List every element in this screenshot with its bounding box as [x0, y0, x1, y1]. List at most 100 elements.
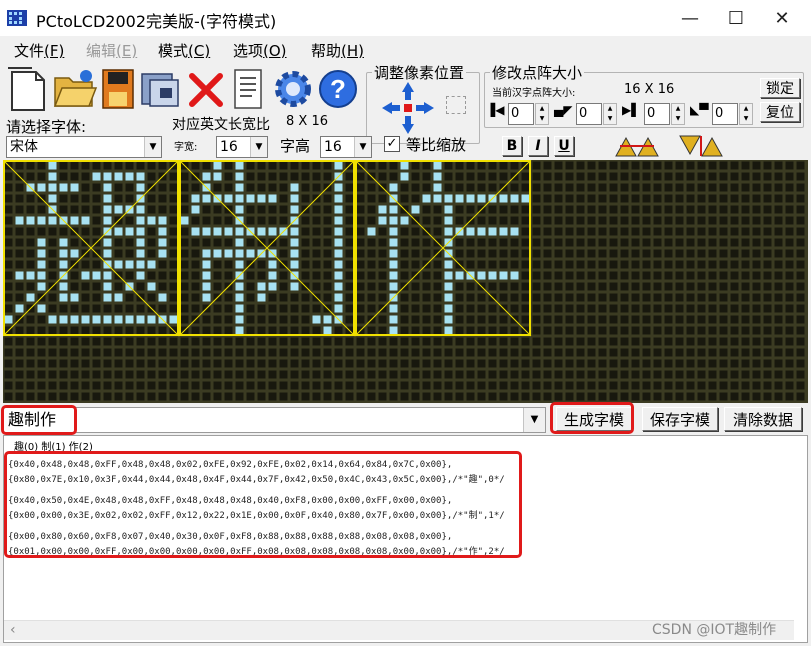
pixel-on	[37, 216, 46, 225]
proportional-checkbox[interactable]: ✓	[384, 136, 400, 152]
scroll-left-icon[interactable]: ‹	[10, 622, 16, 638]
pixel-off	[169, 381, 178, 390]
pixel-off	[565, 315, 574, 324]
pixel-off	[510, 249, 519, 258]
pixel-off	[147, 194, 156, 203]
dot-matrix-grid[interactable]	[3, 160, 808, 403]
flip-horizontal-icon[interactable]	[612, 134, 662, 158]
pixel-off	[752, 161, 761, 170]
current-size-value: 16 X 16	[624, 82, 675, 97]
notepad-icon[interactable]	[230, 66, 266, 112]
new-file-icon[interactable]	[6, 64, 50, 114]
save-as-icon[interactable]	[138, 66, 182, 112]
pixel-off	[741, 348, 750, 357]
pixel-off	[653, 161, 662, 170]
spin-top-arrows[interactable]: ▲ ▼	[603, 103, 617, 125]
pixel-off	[576, 205, 585, 214]
pixel-off	[499, 161, 508, 170]
save-disk-icon[interactable]	[100, 66, 136, 112]
help-question-icon[interactable]: ?	[317, 66, 359, 112]
clear-data-button[interactable]: 清除数据	[724, 407, 802, 431]
generate-button[interactable]: 生成字模	[556, 407, 632, 431]
close-button[interactable]: ✕	[759, 0, 805, 36]
pixel-off	[312, 216, 321, 225]
menu-edit[interactable]: 编辑(E)	[86, 40, 137, 61]
spin-bottom[interactable]: 0	[712, 103, 738, 125]
pixel-off	[532, 194, 541, 203]
char-input-text: 趣制作	[8, 410, 57, 429]
bold-button[interactable]: B	[502, 136, 522, 156]
pixel-off	[576, 359, 585, 368]
pixel-off	[411, 260, 420, 269]
save-font-button[interactable]: 保存字模	[642, 407, 718, 431]
reset-button[interactable]: 复位	[760, 102, 800, 122]
pixel-off	[664, 304, 673, 313]
char-index-tabs[interactable]: 趣(0) 制(1) 作(2)	[14, 438, 93, 453]
delete-icon[interactable]	[186, 70, 226, 110]
pixel-off	[191, 271, 200, 280]
pixel-off	[345, 205, 354, 214]
pixel-off	[81, 326, 90, 335]
pixel-off	[730, 326, 739, 335]
pixel-off	[774, 271, 783, 280]
spin-top[interactable]: 0	[576, 103, 602, 125]
menu-options[interactable]: 选项(O)	[233, 40, 287, 61]
pixel-off	[257, 205, 266, 214]
char-height-select[interactable]: 16 ▼	[320, 136, 372, 158]
pixel-off	[664, 260, 673, 269]
pixel-on	[202, 227, 211, 236]
pixel-off	[477, 348, 486, 357]
open-folder-icon[interactable]	[52, 66, 98, 112]
pixel-off	[664, 315, 673, 324]
pixel-off	[433, 381, 442, 390]
pixel-off	[378, 249, 387, 258]
maximize-button[interactable]: ☐	[713, 0, 759, 36]
italic-button[interactable]: I	[528, 136, 548, 156]
spin-bottom-arrows[interactable]: ▲ ▼	[739, 103, 753, 125]
font-select[interactable]: 宋体 ▼	[6, 136, 162, 158]
pixel-off	[510, 216, 519, 225]
spin-right-arrows[interactable]: ▲ ▼	[671, 103, 685, 125]
settings-gear-icon[interactable]	[270, 66, 316, 112]
pixel-off	[158, 304, 167, 313]
minimize-button[interactable]: —	[667, 0, 713, 36]
pixel-off	[730, 304, 739, 313]
pixel-off	[774, 293, 783, 302]
pixel-off	[609, 205, 618, 214]
spin-left-arrows[interactable]: ▲ ▼	[535, 103, 549, 125]
pixel-off	[213, 326, 222, 335]
pixel-off	[15, 238, 24, 247]
pixel-off	[763, 304, 772, 313]
menu-file[interactable]: 文件(F)	[14, 40, 64, 61]
pixel-off	[642, 326, 651, 335]
pixel-on	[444, 205, 453, 214]
pixel-off	[279, 337, 288, 346]
pixel-off	[730, 293, 739, 302]
pixel-off	[664, 337, 673, 346]
pixel-off	[213, 359, 222, 368]
pixel-off	[499, 326, 508, 335]
pixel-off	[521, 249, 530, 258]
pixel-off	[301, 161, 310, 170]
pixel-off	[224, 326, 233, 335]
pixel-off	[81, 161, 90, 170]
pixel-off	[642, 282, 651, 291]
pixel-center-box[interactable]	[446, 96, 466, 114]
pixel-off	[92, 370, 101, 379]
menu-mode[interactable]: 模式(C)	[158, 40, 210, 61]
lock-button[interactable]: 锁定	[760, 78, 800, 98]
flip-vertical-icon[interactable]	[676, 134, 726, 158]
menu-help[interactable]: 帮助(H)	[311, 40, 364, 61]
underline-button[interactable]: U	[554, 136, 574, 156]
pixel-off	[411, 227, 420, 236]
spin-left[interactable]: 0	[508, 103, 534, 125]
char-width-select[interactable]: 16 ▼	[216, 136, 268, 158]
char-input[interactable]: 趣制作 ▼	[3, 407, 546, 433]
spin-right[interactable]: 0	[644, 103, 670, 125]
pixel-off	[15, 183, 24, 192]
pixel-off	[444, 172, 453, 181]
pixel-off	[180, 359, 189, 368]
move-arrows-icon[interactable]	[380, 80, 436, 136]
pixel-off	[356, 205, 365, 214]
pixel-off	[774, 348, 783, 357]
